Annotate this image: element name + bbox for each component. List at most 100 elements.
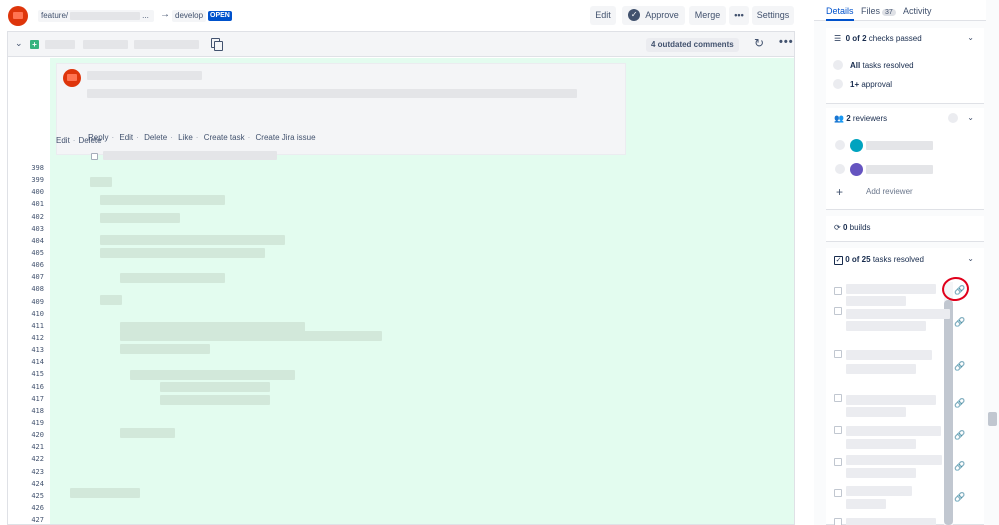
link-icon[interactable]: 🔗 bbox=[954, 317, 965, 327]
like-link[interactable]: Like bbox=[178, 133, 193, 142]
line-number[interactable]: 411 bbox=[8, 320, 50, 332]
code-line bbox=[120, 344, 210, 354]
line-number[interactable]: 412 bbox=[8, 332, 50, 344]
line-number[interactable]: 421 bbox=[8, 441, 50, 453]
line-numbers: 398 399 400 401 402 403 404 405 406 407 … bbox=[8, 162, 50, 525]
task-checkbox[interactable] bbox=[834, 458, 842, 466]
line-number[interactable]: 406 bbox=[8, 259, 50, 271]
line-number[interactable]: 404 bbox=[8, 235, 50, 247]
review-status-icon bbox=[835, 164, 845, 174]
avatar bbox=[63, 69, 81, 87]
link-icon[interactable]: 🔗 bbox=[954, 430, 965, 440]
line-number[interactable]: 427 bbox=[8, 514, 50, 525]
checks-summary[interactable]: ☰ 0 of 2 checks passed bbox=[834, 34, 922, 43]
line-number[interactable]: 417 bbox=[8, 393, 50, 405]
line-number[interactable]: 422 bbox=[8, 453, 50, 465]
add-self-icon[interactable] bbox=[948, 113, 958, 123]
line-number[interactable]: 399 bbox=[8, 174, 50, 186]
line-number[interactable]: 401 bbox=[8, 198, 50, 210]
active-tab-indicator bbox=[826, 19, 854, 21]
review-status-icon bbox=[835, 140, 845, 150]
file-more-button[interactable]: ••• bbox=[779, 36, 794, 48]
reviewers-card: 👥 2 reviewers ⌄ + Add reviewer bbox=[826, 108, 984, 210]
plus-icon[interactable]: + bbox=[836, 185, 843, 199]
merge-button[interactable]: Merge bbox=[689, 6, 726, 25]
more-actions-button[interactable]: ••• bbox=[729, 6, 749, 25]
tab-details[interactable]: Details bbox=[826, 6, 854, 16]
link-icon[interactable]: 🔗 bbox=[954, 398, 965, 408]
edit-link[interactable]: Edit bbox=[119, 133, 133, 142]
tasks-scrollbar-thumb[interactable] bbox=[944, 300, 953, 525]
refresh-icon[interactable]: ↻ bbox=[754, 36, 764, 50]
avatar[interactable] bbox=[850, 163, 863, 176]
task-edit-link[interactable]: Edit bbox=[56, 136, 70, 145]
link-icon[interactable]: 🔗 bbox=[954, 361, 965, 371]
source-branch[interactable]: feature/... bbox=[38, 10, 154, 22]
reviewers-summary[interactable]: 👥 2 reviewers bbox=[834, 114, 887, 123]
outdated-comments-button[interactable]: 4 outdated comments bbox=[646, 38, 739, 52]
comment-author bbox=[87, 71, 202, 80]
line-number[interactable]: 424 bbox=[8, 478, 50, 490]
create-task-link[interactable]: Create task bbox=[204, 133, 245, 142]
line-number[interactable]: 402 bbox=[8, 211, 50, 223]
create-jira-issue-link[interactable]: Create Jira issue bbox=[256, 133, 316, 142]
code-line bbox=[120, 428, 175, 438]
add-reviewer-button[interactable]: Add reviewer bbox=[866, 187, 913, 196]
line-number[interactable]: 426 bbox=[8, 502, 50, 514]
code-line bbox=[120, 273, 225, 283]
page-scrollbar-thumb[interactable] bbox=[988, 412, 997, 426]
avatar[interactable] bbox=[850, 139, 863, 152]
line-number[interactable]: 408 bbox=[8, 283, 50, 295]
link-icon[interactable]: 🔗 bbox=[954, 492, 965, 502]
status-icon bbox=[833, 79, 843, 89]
line-number[interactable]: 413 bbox=[8, 344, 50, 356]
task-checkbox[interactable] bbox=[834, 394, 842, 402]
line-number[interactable]: 410 bbox=[8, 308, 50, 320]
task-checkbox[interactable] bbox=[834, 307, 842, 315]
code-line bbox=[100, 195, 225, 205]
task-checkbox[interactable] bbox=[834, 426, 842, 434]
task-checkbox[interactable] bbox=[834, 518, 842, 525]
checks-card: ☰ 0 of 2 checks passed ⌄ All tasks resol… bbox=[826, 28, 984, 104]
line-number[interactable]: 409 bbox=[8, 296, 50, 308]
line-number[interactable]: 403 bbox=[8, 223, 50, 235]
line-number[interactable]: 423 bbox=[8, 466, 50, 478]
chevron-down-icon[interactable]: ⌄ bbox=[967, 113, 974, 122]
line-number[interactable]: 420 bbox=[8, 429, 50, 441]
tasks-summary[interactable]: ✓ 0 of 25 tasks resolved bbox=[834, 255, 924, 265]
link-icon[interactable]: 🔗 bbox=[954, 461, 965, 471]
copy-path-icon[interactable] bbox=[211, 38, 223, 51]
chevron-down-icon[interactable]: ⌄ bbox=[15, 38, 23, 49]
settings-button[interactable]: Settings bbox=[752, 6, 794, 25]
line-number[interactable]: 425 bbox=[8, 490, 50, 502]
chevron-down-icon[interactable]: ⌄ bbox=[967, 33, 974, 42]
tab-files[interactable]: Files 37 bbox=[861, 6, 896, 16]
file-diff: ⌄ + 4 outdated comments ↻ ••• Reply · Edi… bbox=[7, 31, 795, 525]
line-number[interactable]: 407 bbox=[8, 271, 50, 283]
line-number[interactable]: 398 bbox=[8, 162, 50, 174]
task-checkbox[interactable] bbox=[834, 350, 842, 358]
delete-link[interactable]: Delete bbox=[144, 133, 167, 142]
line-number[interactable]: 400 bbox=[8, 186, 50, 198]
line-number[interactable]: 416 bbox=[8, 381, 50, 393]
task-text bbox=[846, 455, 942, 465]
target-branch[interactable]: develop bbox=[172, 10, 207, 22]
tab-activity[interactable]: Activity bbox=[903, 6, 932, 16]
line-number[interactable]: 414 bbox=[8, 356, 50, 368]
task-delete-link[interactable]: Delete bbox=[78, 136, 101, 145]
task-checkbox[interactable] bbox=[91, 153, 98, 160]
files-count-badge: 37 bbox=[882, 9, 896, 16]
repository-avatar[interactable] bbox=[8, 6, 28, 26]
chevron-down-icon[interactable]: ⌄ bbox=[967, 254, 974, 263]
line-number[interactable]: 419 bbox=[8, 417, 50, 429]
task-checkbox[interactable] bbox=[834, 287, 842, 295]
line-number[interactable]: 405 bbox=[8, 247, 50, 259]
approve-button[interactable]: ✓ Approve bbox=[622, 6, 685, 25]
task-checkbox[interactable] bbox=[834, 489, 842, 497]
builds-summary[interactable]: ⟳ 0 builds bbox=[834, 223, 871, 232]
line-number[interactable]: 418 bbox=[8, 405, 50, 417]
arrow-right-icon: → bbox=[160, 9, 170, 20]
line-number[interactable]: 415 bbox=[8, 368, 50, 380]
task-text bbox=[846, 486, 912, 496]
edit-button[interactable]: Edit bbox=[590, 6, 616, 25]
